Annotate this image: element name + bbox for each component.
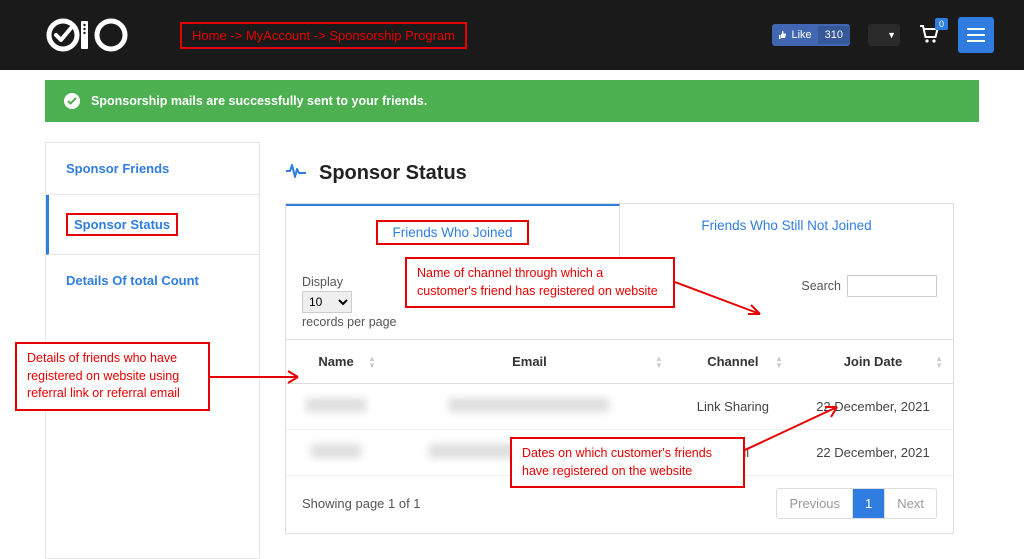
tabs: Friends Who Joined Friends Who Still Not… [285,203,954,259]
col-email[interactable]: Email▲▼ [386,340,673,384]
search-input[interactable] [847,275,937,297]
col-name[interactable]: Name▲▼ [286,340,386,384]
col-join-date[interactable]: Join Date▲▼ [793,340,953,384]
cart-count-badge: 0 [935,18,948,30]
pager-page-1[interactable]: 1 [853,489,885,518]
breadcrumb: Home -> MyAccount -> Sponsorship Program [180,22,467,49]
facebook-like-button[interactable]: Like 310 [772,24,850,46]
logo[interactable] [45,15,135,55]
tab-friends-joined[interactable]: Friends Who Joined [286,204,620,259]
display-label: Display [302,275,397,289]
cart-button[interactable]: 0 [918,24,940,47]
showing-text: Showing page 1 of 1 [302,496,421,511]
col-channel[interactable]: Channel▲▼ [673,340,793,384]
sidebar-item-sponsor-status[interactable]: Sponsor Status [46,195,259,255]
top-bar: Home -> MyAccount -> Sponsorship Program… [0,0,1024,70]
pager-next[interactable]: Next [885,489,936,518]
pagination: Previous 1 Next [776,488,937,519]
annotation-channel: Name of channel through which a customer… [405,257,675,308]
page-title: Sponsor Status [319,162,467,185]
account-dropdown[interactable]: ▼ [868,24,900,46]
tab-label: Friends Who Joined [376,220,528,245]
search-label: Search [801,279,841,293]
annotation-details: Details of friends who have registered o… [15,342,210,411]
table-row: Link Sharing 22 December, 2021 [286,384,953,430]
check-circle-icon [63,92,81,110]
annotation-dates: Dates on which customer's friends have r… [510,437,745,488]
sidebar-item-sponsor-friends[interactable]: Sponsor Friends [46,143,259,195]
menu-button[interactable] [958,17,994,53]
sidebar-item-details-total-count[interactable]: Details Of total Count [46,255,259,306]
main-panel: Sponsor Status Friends Who Joined Friend… [260,142,979,559]
sidebar-item-label: Sponsor Status [66,213,178,236]
success-alert: Sponsorship mails are successfully sent … [45,80,979,122]
pager-previous[interactable]: Previous [777,489,853,518]
activity-icon [285,163,307,184]
tab-friends-not-joined[interactable]: Friends Who Still Not Joined [620,204,953,259]
page-size-select[interactable]: 10 [302,291,352,313]
records-per-page-label: records per page [302,315,397,329]
